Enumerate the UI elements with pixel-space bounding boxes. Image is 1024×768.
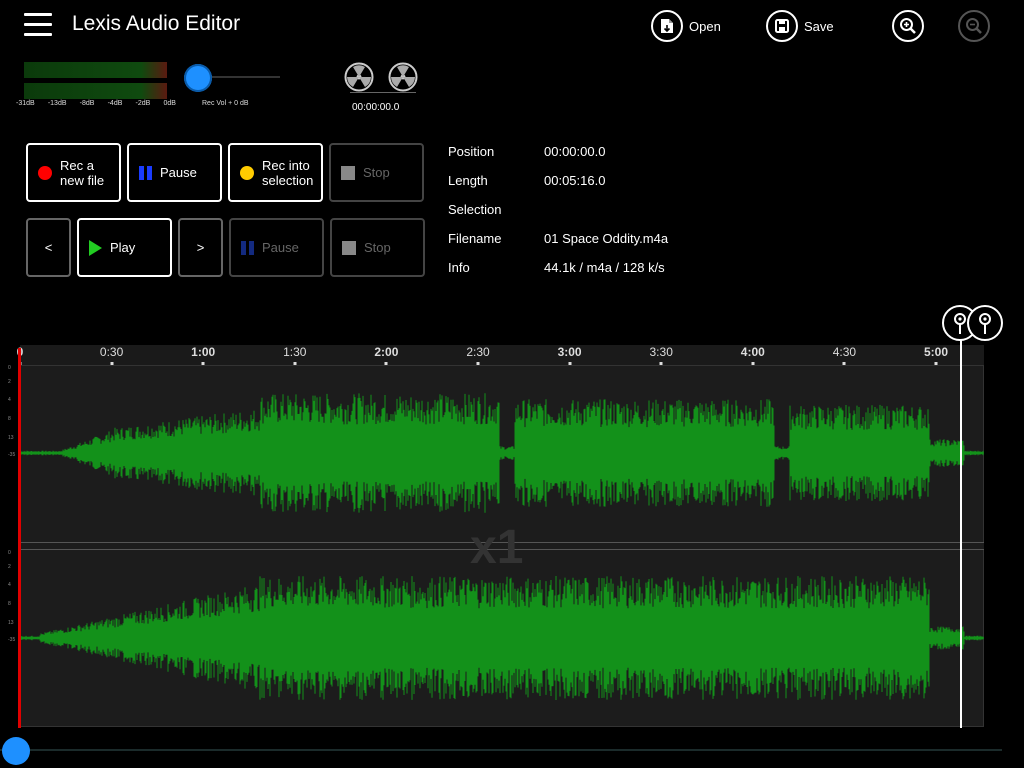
- save-label: Save: [804, 18, 834, 34]
- db-label: -35: [8, 637, 16, 643]
- length-label: Length: [448, 173, 488, 188]
- zoom-in-icon: [892, 10, 924, 42]
- timeline-tick-label: 3:00: [557, 345, 582, 359]
- timeline-tick-label: 2:00: [374, 345, 399, 359]
- zoom-out-icon: [958, 10, 990, 42]
- db-label: 2: [8, 379, 11, 385]
- meter-scale: -31dB -13dB -8dB -4dB -2dB 0dB: [16, 100, 176, 107]
- waveform-left-channel: [20, 393, 984, 513]
- timeline-tick-label: 4:00: [740, 345, 765, 359]
- db-label: 8: [8, 601, 11, 607]
- menu-icon: [24, 13, 52, 16]
- db-label: 13: [8, 620, 14, 626]
- stop-icon: [341, 165, 355, 180]
- previous-button[interactable]: <: [26, 218, 71, 277]
- open-button[interactable]: Open: [651, 10, 721, 42]
- rec-into-selection-button[interactable]: Rec into selection: [228, 143, 323, 202]
- db-label: 8: [8, 416, 11, 422]
- rec-stop-button[interactable]: Stop: [329, 143, 424, 202]
- play-stop-button[interactable]: Stop: [330, 218, 425, 277]
- selection-label: Selection: [448, 202, 502, 217]
- filename-label: Filename: [448, 231, 502, 246]
- zoom-in-button[interactable]: [892, 10, 924, 42]
- save-button[interactable]: Save: [766, 10, 834, 42]
- db-label: -35: [8, 452, 16, 458]
- scroll-slider[interactable]: [2, 737, 30, 765]
- tape-time: 00:00:00.0: [352, 102, 400, 113]
- db-label: 2: [8, 564, 11, 570]
- open-label: Open: [689, 18, 721, 34]
- rec-volume-slider[interactable]: [184, 64, 212, 92]
- info-value: 44.1k / m4a / 128 k/s: [544, 260, 665, 275]
- rec-new-file-button[interactable]: Rec a new file: [26, 143, 121, 202]
- app-title: Lexis Audio Editor: [72, 12, 241, 35]
- zoom-out-button[interactable]: [958, 10, 990, 42]
- play-icon: [89, 239, 102, 256]
- end-marker[interactable]: [960, 338, 962, 728]
- timeline-tick-label: 0:30: [99, 345, 124, 359]
- level-meter-right: [24, 83, 167, 99]
- level-meter-left: [24, 62, 167, 78]
- rec-volume-label: Rec Vol + 0 dB: [202, 100, 249, 107]
- timeline-tick-label: 5:00: [923, 345, 949, 359]
- timeline-tick-label: 4:30: [832, 345, 857, 359]
- db-label: 4: [8, 582, 11, 588]
- pause-icon: [241, 240, 254, 255]
- timeline-tick-label: 2:30: [466, 345, 490, 359]
- menu-button[interactable]: [24, 13, 52, 37]
- info-label: Info: [448, 260, 470, 275]
- zoom-factor: x1: [470, 521, 524, 574]
- play-button[interactable]: Play: [77, 218, 172, 277]
- save-icon: [766, 10, 798, 42]
- timeline-tick-label: 3:30: [649, 345, 673, 359]
- record-selection-icon: [240, 165, 254, 180]
- pause-icon: [139, 165, 152, 180]
- timeline-tick-label: 1:30: [283, 345, 307, 359]
- marker-pin-icon[interactable]: [967, 305, 1003, 341]
- timeline-tick-label: 1:00: [191, 345, 216, 359]
- stop-icon: [342, 240, 356, 255]
- length-value: 00:05:16.0: [544, 173, 606, 188]
- scroll-track[interactable]: [0, 749, 1002, 751]
- tape-line: [350, 92, 416, 93]
- db-label: 0: [8, 550, 11, 556]
- open-file-icon: [651, 10, 683, 42]
- db-label: 13: [8, 435, 14, 441]
- db-label: 4: [8, 397, 11, 403]
- next-button[interactable]: >: [178, 218, 223, 277]
- position-label: Position: [448, 144, 495, 159]
- rec-pause-button[interactable]: Pause: [127, 143, 222, 202]
- record-icon: [38, 165, 52, 180]
- position-value: 00:00:00.0: [544, 144, 606, 159]
- db-label: 0: [8, 365, 11, 371]
- playback-cursor[interactable]: [18, 348, 21, 728]
- play-pause-button[interactable]: Pause: [229, 218, 324, 277]
- filename-value: 01 Space Oddity.m4a: [544, 231, 669, 246]
- waveform-right-channel: [20, 576, 984, 700]
